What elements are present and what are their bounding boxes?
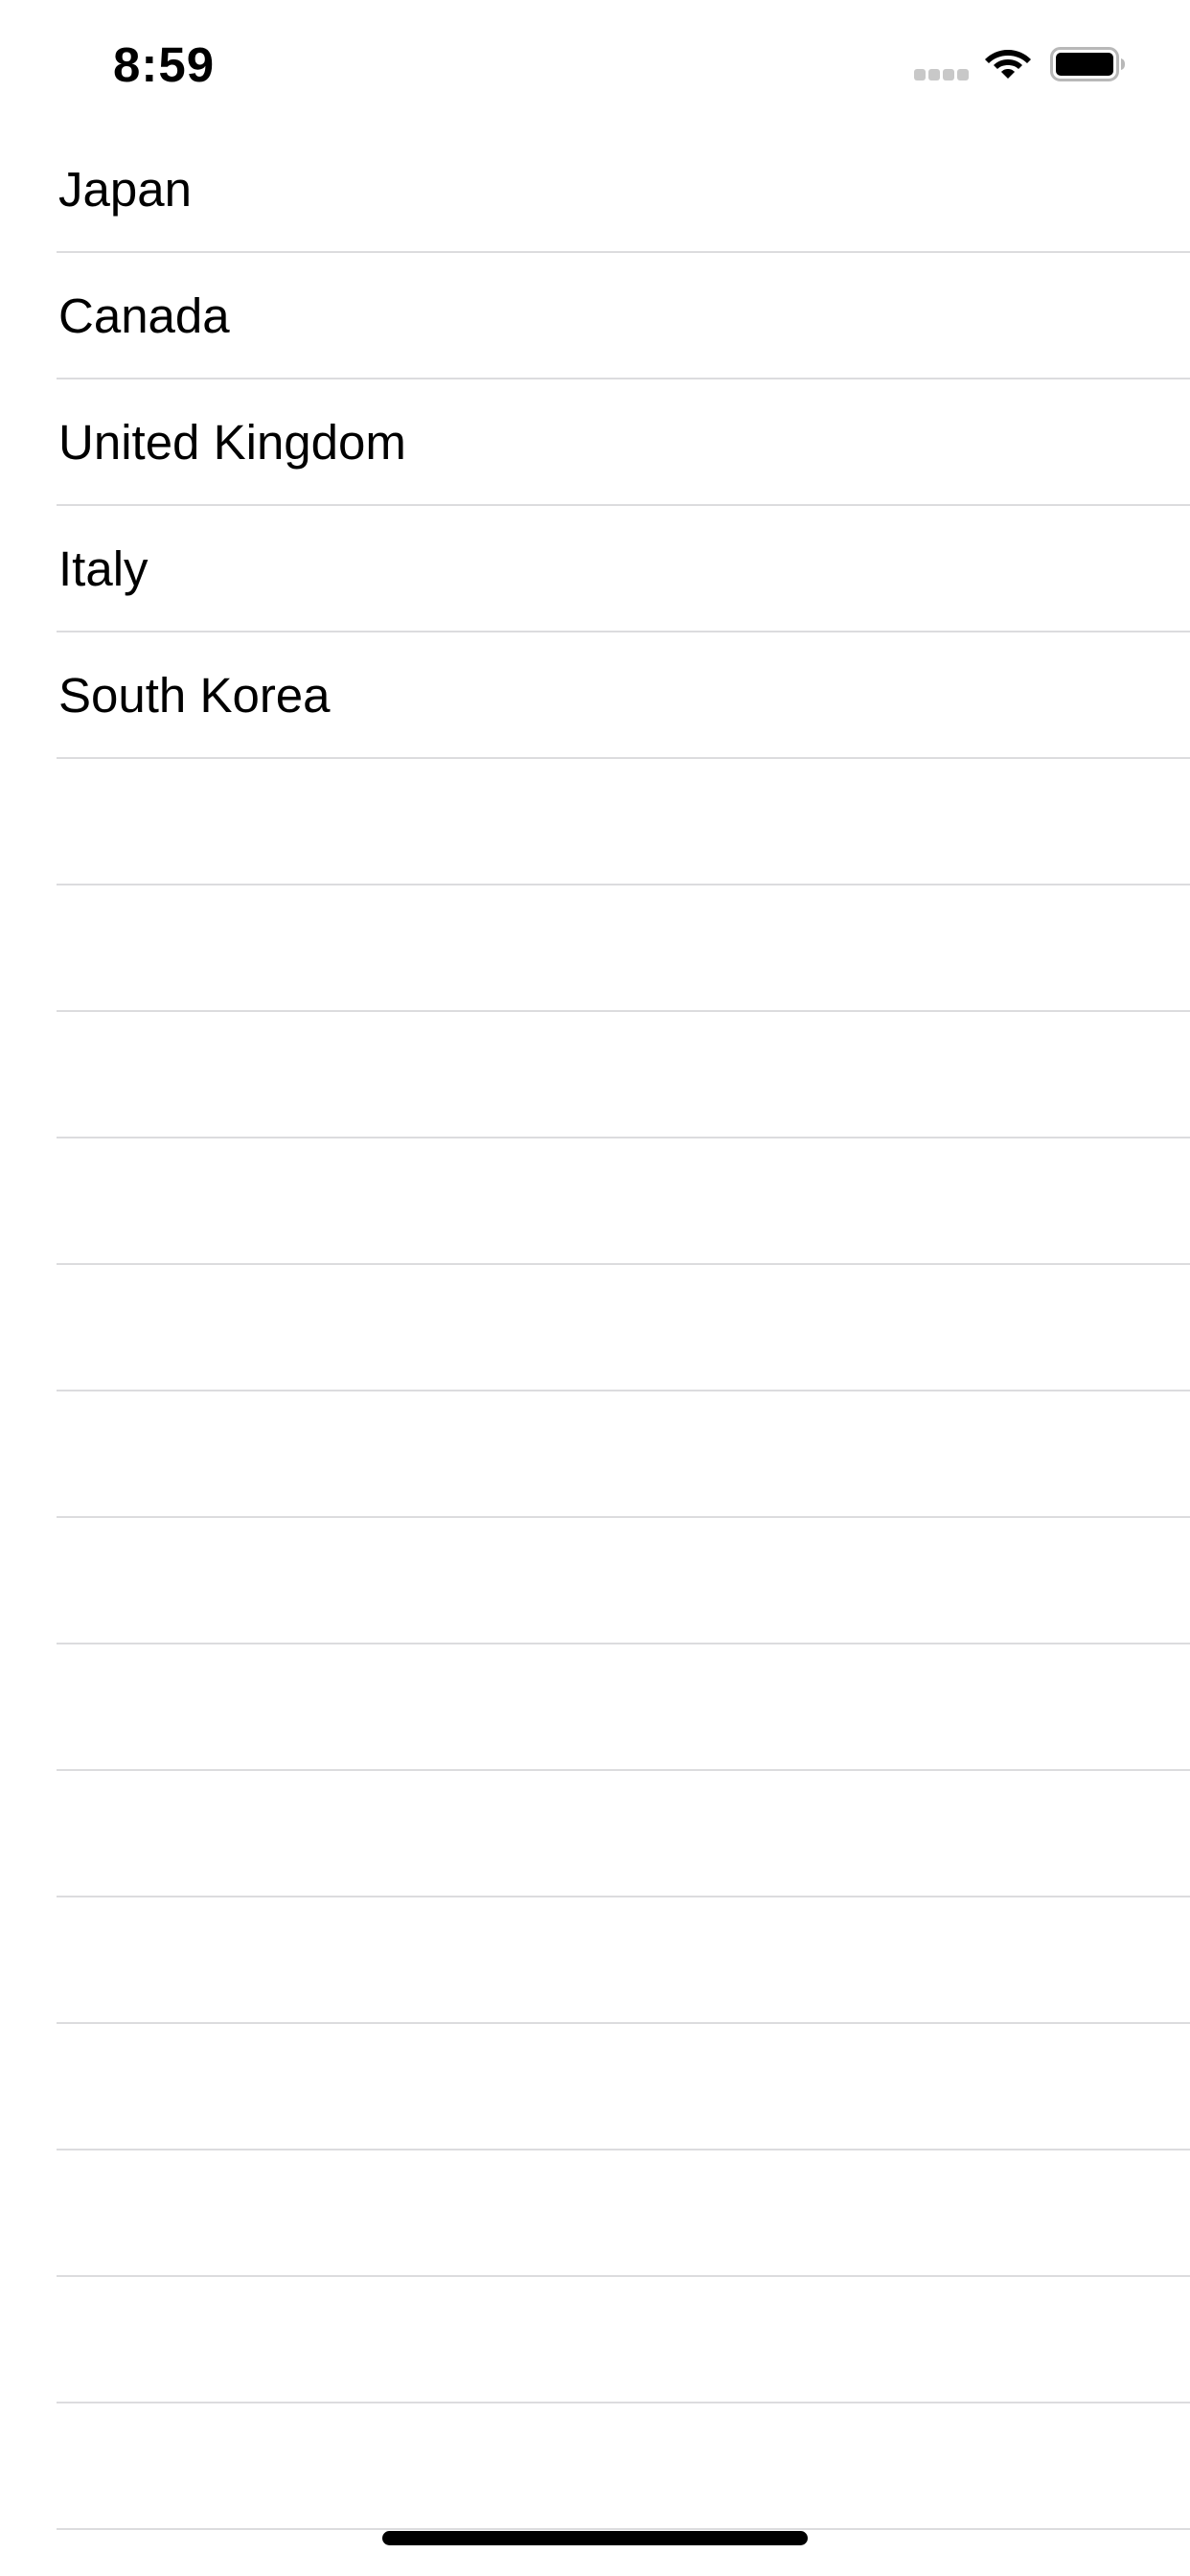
row-label: Canada (58, 288, 230, 343)
battery-icon (1050, 46, 1127, 82)
empty-row (0, 2024, 1190, 2150)
empty-row (0, 2277, 1190, 2404)
table-row[interactable]: South Korea (0, 632, 1190, 759)
empty-row (0, 1771, 1190, 1898)
row-separator (57, 2528, 1190, 2530)
empty-row (0, 1518, 1190, 1644)
row-label: South Korea (58, 668, 331, 723)
empty-row (0, 1392, 1190, 1518)
empty-row (0, 1138, 1190, 1265)
country-table[interactable]: Japan Canada United Kingdom Italy South … (0, 126, 1190, 2530)
table-row[interactable]: Japan (0, 126, 1190, 253)
screen: 8:59 Japan Canada United Kingdom Italy S… (0, 0, 1190, 2576)
row-label: Japan (58, 162, 192, 217)
home-indicator[interactable] (382, 2531, 808, 2545)
empty-row (0, 759, 1190, 886)
table-row[interactable]: United Kingdom (0, 380, 1190, 506)
empty-row (0, 1012, 1190, 1138)
empty-row (0, 2404, 1190, 2530)
table-row[interactable]: Canada (0, 253, 1190, 380)
wifi-icon (984, 44, 1032, 80)
empty-row (0, 2150, 1190, 2277)
row-label: United Kingdom (58, 415, 406, 470)
row-label: Italy (58, 541, 149, 596)
empty-row (0, 1265, 1190, 1392)
empty-row (0, 886, 1190, 1012)
empty-row (0, 1898, 1190, 2024)
status-bar: 8:59 (0, 0, 1190, 126)
status-time: 8:59 (113, 37, 216, 92)
empty-row (0, 1644, 1190, 1771)
table-row[interactable]: Italy (0, 506, 1190, 632)
cellular-signal-icon (914, 69, 970, 80)
